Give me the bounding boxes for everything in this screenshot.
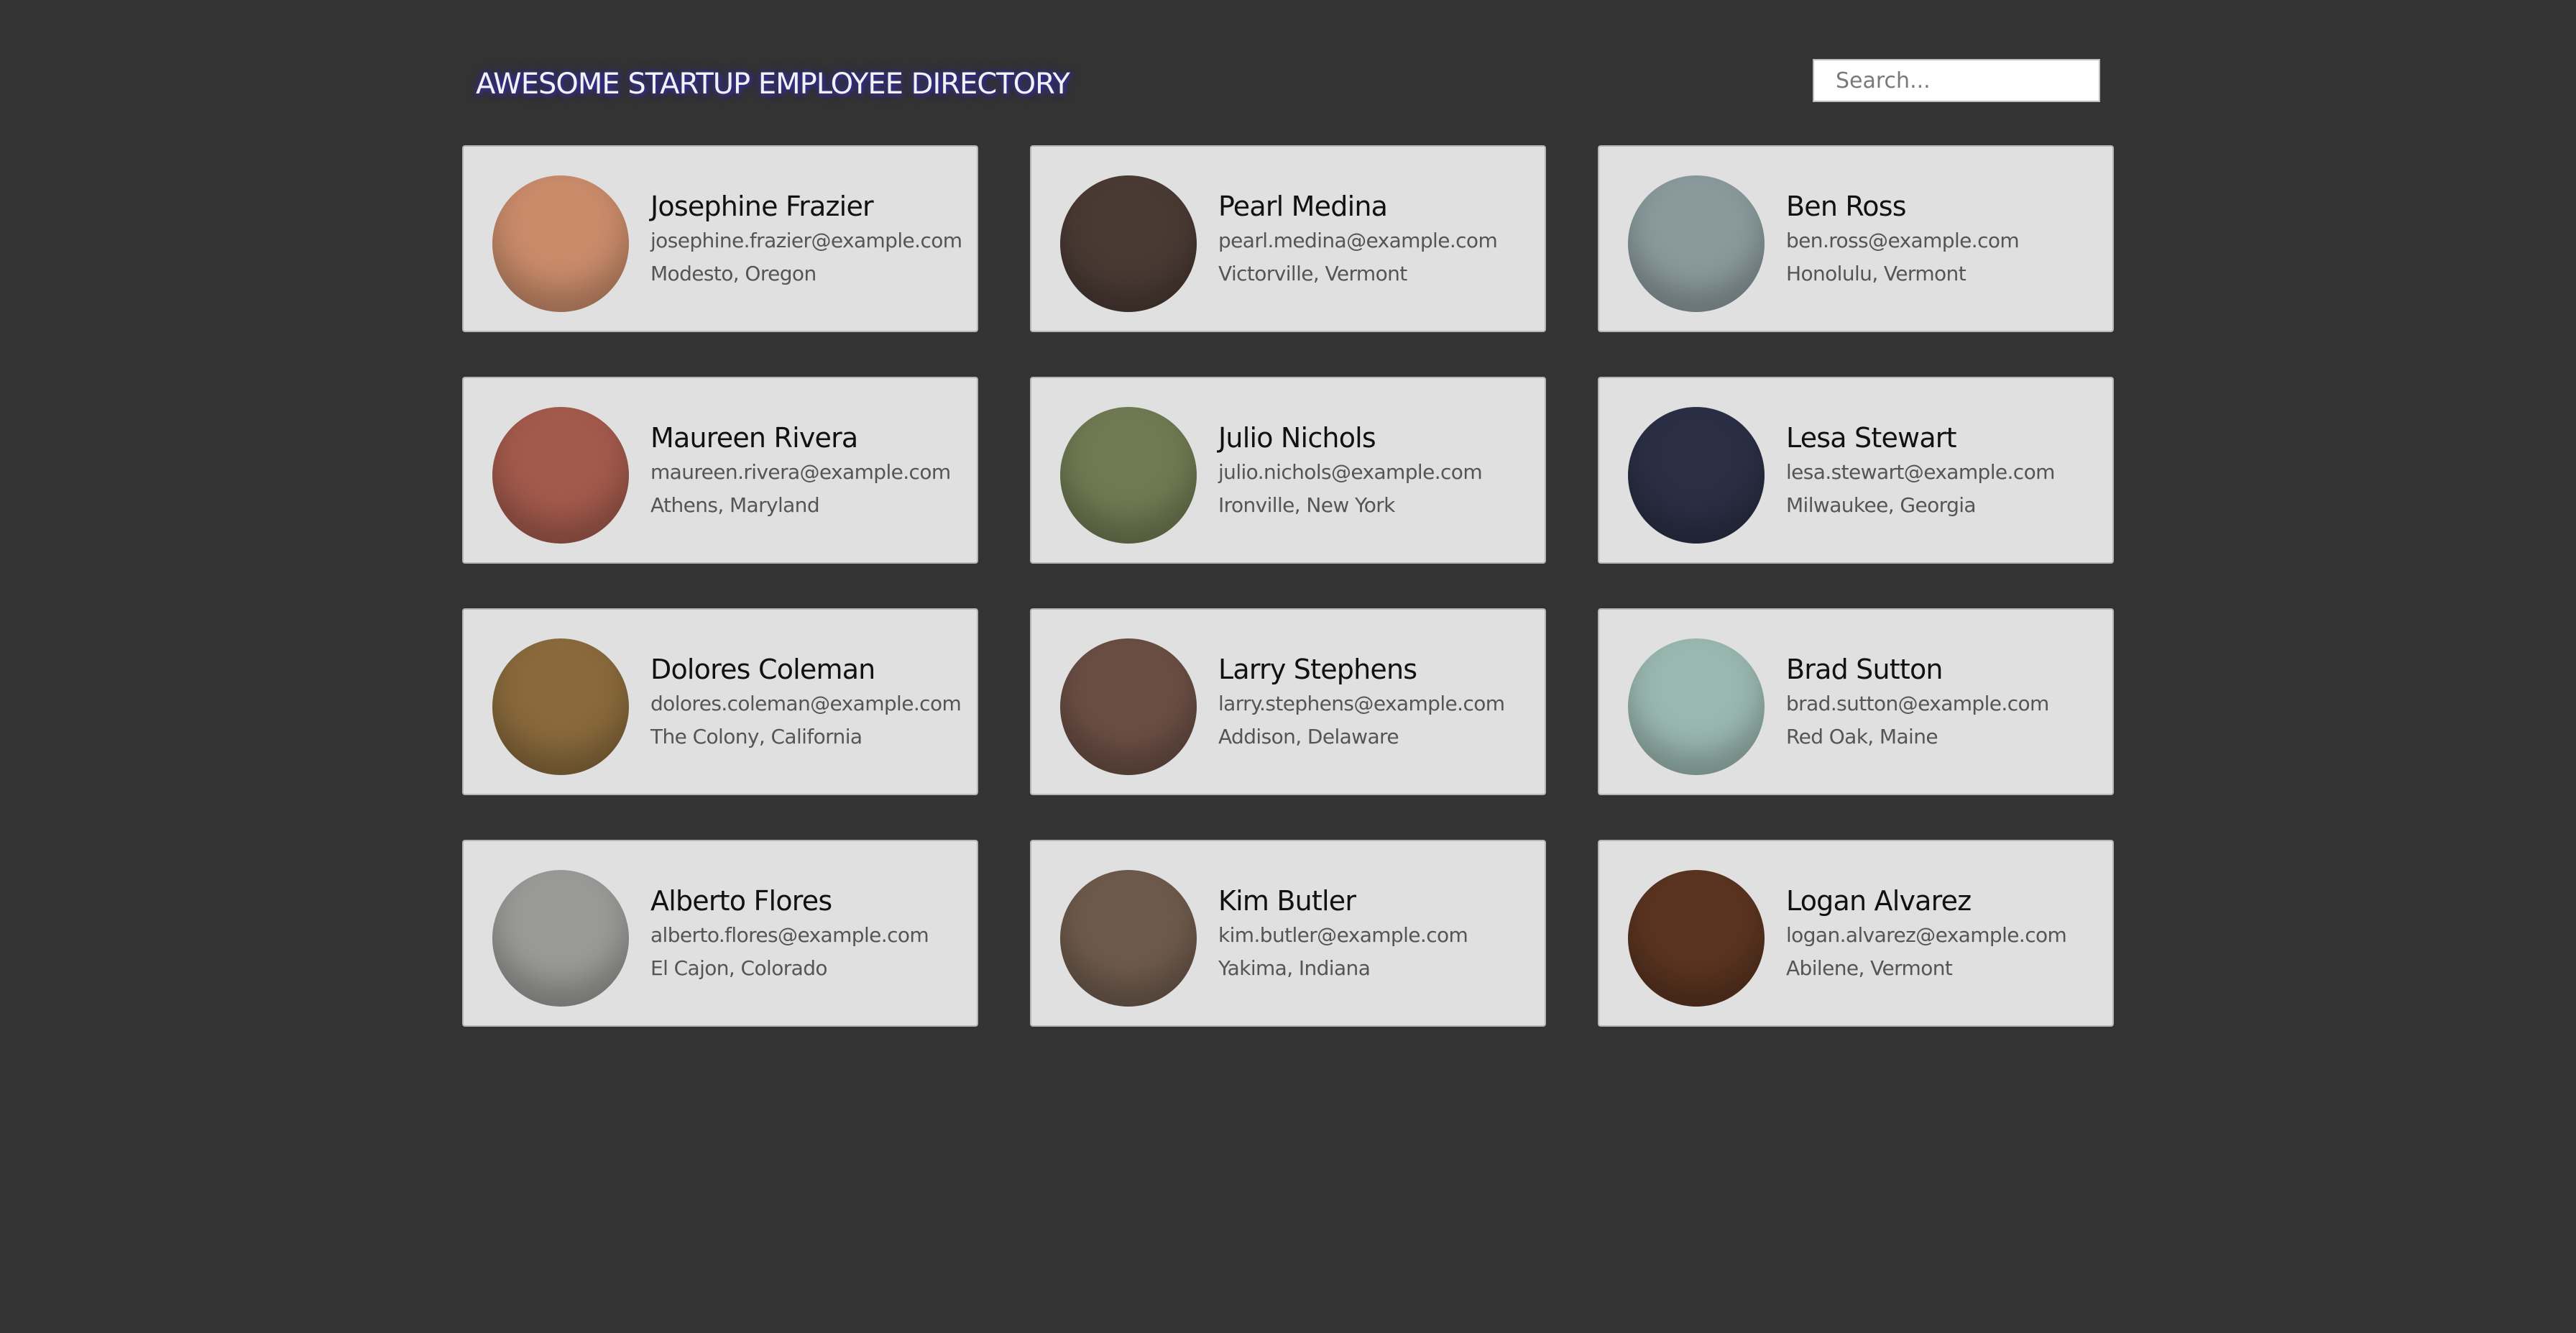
avatar [1060,870,1197,1007]
employee-location: Red Oak, Maine [1786,725,1938,748]
employee-email: kim.butler@example.com [1218,923,1468,947]
page-title: AWESOME STARTUP EMPLOYEE DIRECTORY [476,68,1070,101]
employee-location: Milwaukee, Georgia [1786,493,1977,517]
employee-info: Logan Alvarez logan.alvarez@example.com Ab… [1786,883,2110,985]
employee-email: dolores.coleman@example.com [650,692,962,715]
employee-email: josephine.frazier@example.com [650,229,962,252]
employee-info: Julio Nichols julio.nichols@example.com Ir… [1218,420,1542,522]
employee-name: Maureen Rivera [650,422,858,454]
header: AWESOME STARTUP EMPLOYEE DIRECTORY [476,58,2100,115]
employee-card[interactable]: Larry Stephens larry.stephens@example.com… [1030,608,1546,795]
employee-card[interactable]: Ben Ross ben.ross@example.com Honolulu, Ve… [1598,145,2114,332]
employee-location: El Cajon, Colorado [650,956,828,980]
employee-location: Athens, Maryland [650,493,820,517]
employee-info: Brad Sutton brad.sutton@example.com Red Oa… [1786,651,2110,753]
employee-name: Josephine Frazier [650,191,874,222]
employee-name: Brad Sutton [1786,654,1944,685]
employee-email: logan.alvarez@example.com [1786,923,2067,947]
employee-email: maureen.rivera@example.com [650,460,951,484]
employee-location: Abilene, Vermont [1786,956,1953,980]
employee-info: Larry Stephens larry.stephens@example.com… [1218,651,1542,753]
employee-card[interactable]: Lesa Stewart lesa.stewart@example.com Milw… [1598,377,2114,564]
employee-name: Alberto Flores [650,885,832,917]
employee-email: lesa.stewart@example.com [1786,460,2055,484]
employee-card[interactable]: Dolores Coleman dolores.coleman@example.c… [462,608,978,795]
employee-name: Larry Stephens [1218,654,1417,685]
employee-card[interactable]: Logan Alvarez logan.alvarez@example.com Ab… [1598,840,2114,1027]
employee-card[interactable]: Kim Butler kim.butler@example.com Yakima, … [1030,840,1546,1027]
avatar [492,870,629,1007]
employee-card[interactable]: Alberto Flores alberto.flores@example.com… [462,840,978,1027]
search-input[interactable] [1813,59,2100,102]
employee-location: Yakima, Indiana [1218,956,1371,980]
avatar [1060,407,1197,544]
employee-card[interactable]: Josephine Frazier josephine.frazier@examp… [462,145,978,332]
employee-name: Dolores Coleman [650,654,875,685]
employee-card[interactable]: Maureen Rivera maureen.rivera@example.com… [462,377,978,564]
employee-info: Alberto Flores alberto.flores@example.com… [650,883,974,985]
employee-email: brad.sutton@example.com [1786,692,2049,715]
employee-location: Addison, Delaware [1218,725,1399,748]
employee-name: Kim Butler [1218,885,1356,917]
avatar [492,638,629,775]
employee-info: Maureen Rivera maureen.rivera@example.com… [650,420,974,522]
avatar [1628,407,1765,544]
avatar [1628,638,1765,775]
employee-email: alberto.flores@example.com [650,923,929,947]
employee-location: The Colony, California [650,725,862,748]
employee-info: Dolores Coleman dolores.coleman@example.c… [650,651,974,753]
employee-location: Honolulu, Vermont [1786,262,1966,285]
employee-info: Kim Butler kim.butler@example.com Yakima, … [1218,883,1542,985]
employee-grid: Josephine Frazier josephine.frazier@examp… [462,145,2115,1027]
employee-location: Victorville, Vermont [1218,262,1407,285]
avatar [1060,175,1197,312]
employee-location: Ironville, New York [1218,493,1395,517]
employee-email: pearl.medina@example.com [1218,229,1498,252]
employee-name: Lesa Stewart [1786,422,1957,454]
employee-info: Lesa Stewart lesa.stewart@example.com Milw… [1786,420,2110,522]
employee-name: Julio Nichols [1218,422,1376,454]
employee-info: Pearl Medina pearl.medina@example.com Vict… [1218,188,1542,290]
employee-card[interactable]: Brad Sutton brad.sutton@example.com Red Oa… [1598,608,2114,795]
employee-email: ben.ross@example.com [1786,229,2020,252]
avatar [1628,870,1765,1007]
avatar [1060,638,1197,775]
employee-name: Pearl Medina [1218,191,1388,222]
employee-email: larry.stephens@example.com [1218,692,1505,715]
employee-name: Ben Ross [1786,191,1907,222]
employee-info: Ben Ross ben.ross@example.com Honolulu, Ve… [1786,188,2110,290]
employee-card[interactable]: Julio Nichols julio.nichols@example.com Ir… [1030,377,1546,564]
employee-card[interactable]: Pearl Medina pearl.medina@example.com Vict… [1030,145,1546,332]
employee-email: julio.nichols@example.com [1218,460,1483,484]
employee-info: Josephine Frazier josephine.frazier@examp… [650,188,974,290]
employee-name: Logan Alvarez [1786,885,1972,917]
avatar [1628,175,1765,312]
avatar [492,407,629,544]
employee-location: Modesto, Oregon [650,262,816,285]
avatar [492,175,629,312]
